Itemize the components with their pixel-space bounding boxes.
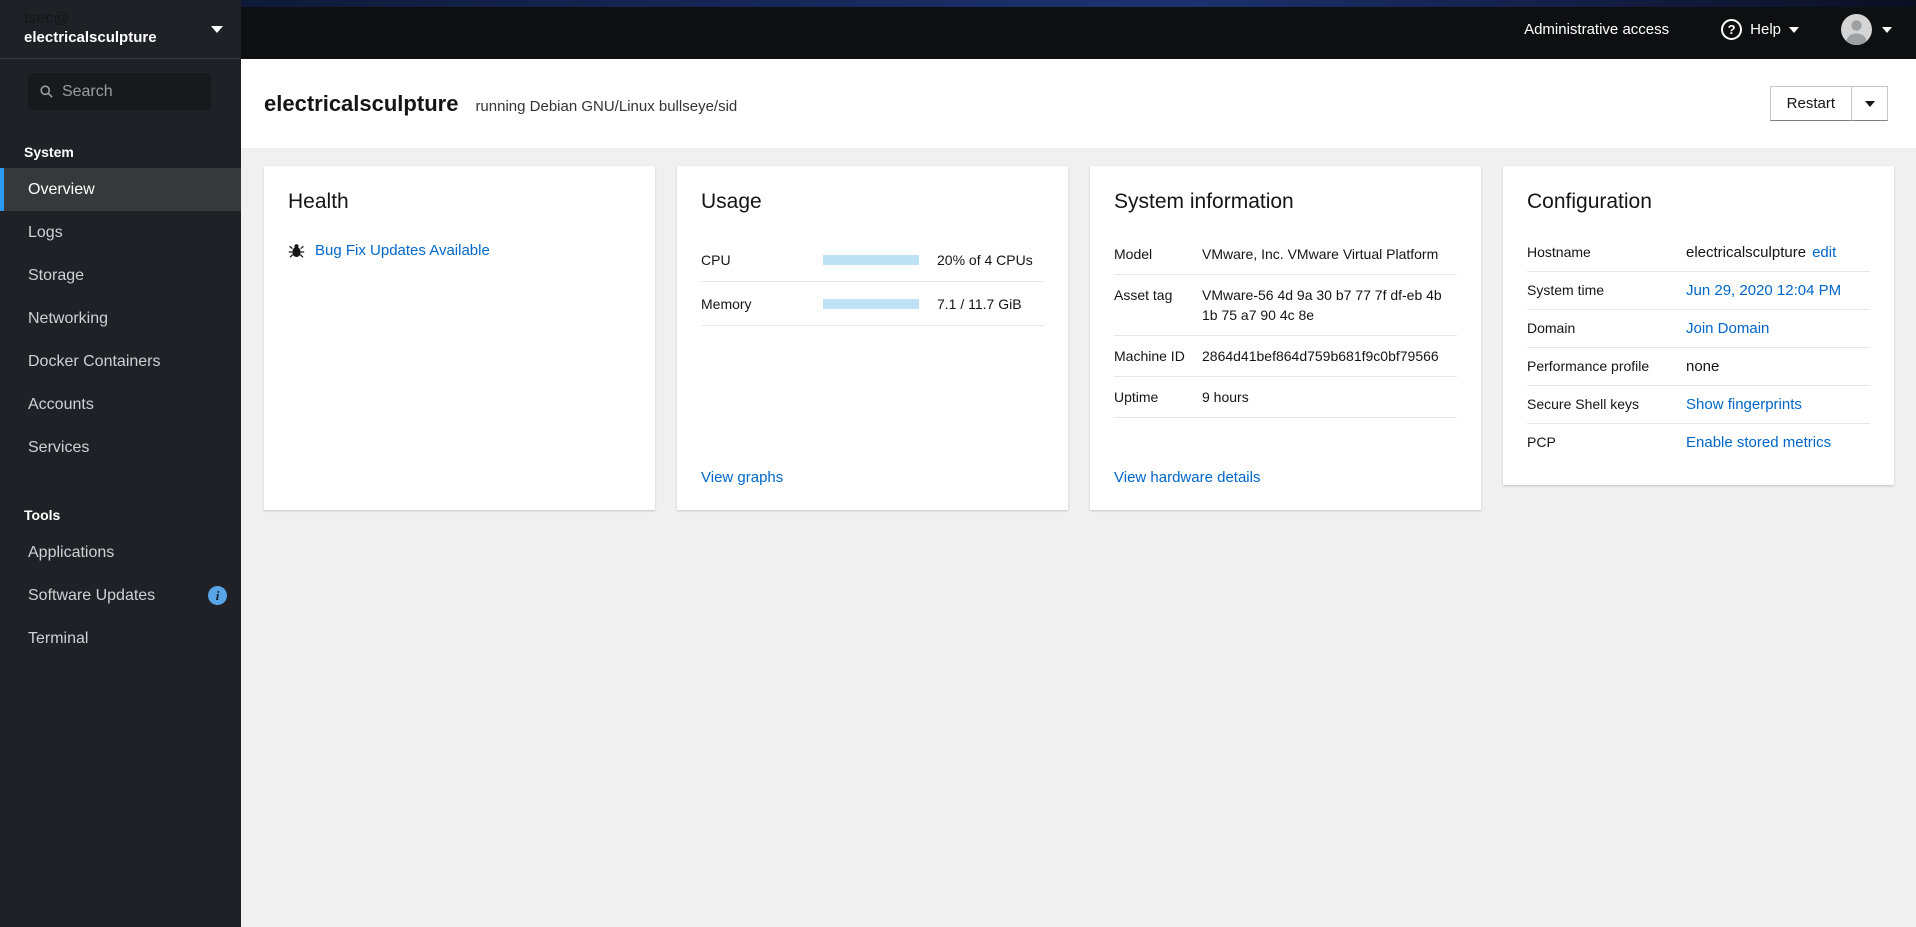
configuration-card: Configuration Hostname electricalsculptu… bbox=[1503, 166, 1894, 485]
sidebar-item-applications[interactable]: Applications bbox=[0, 531, 241, 574]
memory-value: 7.1 / 11.7 GiB bbox=[937, 295, 1022, 312]
page-title: electricalsculpture bbox=[264, 90, 459, 116]
table-row: Model VMware, Inc. VMware Virtual Platfo… bbox=[1114, 234, 1457, 275]
performance-profile-value: none bbox=[1686, 358, 1720, 375]
sidebar-item-overview[interactable]: Overview bbox=[0, 168, 241, 211]
cpu-value: 20% of 4 CPUs bbox=[937, 251, 1033, 268]
host-user: tsec@ bbox=[24, 10, 70, 27]
sidebar-item-docker-containers[interactable]: Docker Containers bbox=[0, 340, 241, 383]
hostname-value: electricalsculpture edit bbox=[1686, 244, 1837, 261]
usage-table: CPU 20% of 4 CPUs Memory 7.1 / 11.7 GiB bbox=[701, 238, 1044, 326]
chevron-down-icon bbox=[211, 25, 223, 33]
search-icon bbox=[40, 85, 53, 98]
sidebar-item-terminal[interactable]: Terminal bbox=[0, 617, 241, 660]
cpu-progress-bar bbox=[823, 254, 919, 265]
system-time-row: System time Jun 29, 2020 12:04 PM bbox=[1527, 272, 1870, 310]
domain-row: Domain Join Domain bbox=[1527, 310, 1870, 348]
search-wrap bbox=[0, 59, 241, 116]
masthead: Administrative access ? Help bbox=[241, 0, 1916, 59]
card-row: Health Bug Fix Updates Available Usage C… bbox=[264, 166, 1894, 510]
help-label: Help bbox=[1750, 21, 1781, 38]
sidebar-nav: System Overview Logs Storage Networking … bbox=[0, 134, 241, 660]
user-icon bbox=[1845, 20, 1868, 45]
search-box[interactable] bbox=[28, 73, 211, 110]
cpu-usage-row: CPU 20% of 4 CPUs bbox=[701, 238, 1044, 282]
search-input[interactable] bbox=[61, 82, 199, 101]
restart-dropdown-toggle[interactable] bbox=[1851, 86, 1888, 121]
table-row: Machine ID 2864d41bef864d759b681f9c0bf79… bbox=[1114, 336, 1457, 377]
sidebar-item-storage[interactable]: Storage bbox=[0, 254, 241, 297]
enable-stored-metrics-link[interactable]: Enable stored metrics bbox=[1686, 434, 1831, 451]
performance-profile-row: Performance profile none bbox=[1527, 348, 1870, 386]
sidebar-item-software-updates[interactable]: Software Updates i bbox=[0, 574, 241, 617]
health-card: Health Bug Fix Updates Available bbox=[264, 166, 655, 510]
configuration-table: Hostname electricalsculpture edit System … bbox=[1527, 234, 1870, 461]
nav-section-tools: Tools bbox=[24, 507, 61, 523]
sidebar: tsec@ electricalsculpture System Overvie… bbox=[0, 0, 241, 927]
administrative-access-label[interactable]: Administrative access bbox=[1524, 21, 1669, 38]
title-row: electricalsculpture running Debian GNU/L… bbox=[264, 91, 737, 117]
nav-gap bbox=[0, 469, 241, 497]
cpu-label: CPU bbox=[701, 251, 731, 268]
system-information-title: System information bbox=[1114, 190, 1294, 213]
avatar bbox=[1841, 14, 1872, 45]
restart-split-button: Restart bbox=[1769, 86, 1888, 121]
host-text: tsec@ electricalsculpture bbox=[24, 10, 211, 48]
sidebar-item-logs[interactable]: Logs bbox=[0, 211, 241, 254]
os-subtitle: running Debian GNU/Linux bullseye/sid bbox=[475, 97, 738, 115]
session-menu[interactable] bbox=[1841, 14, 1892, 45]
system-time-link[interactable]: Jun 29, 2020 12:04 PM bbox=[1686, 282, 1841, 299]
host-name: electricalsculpture bbox=[24, 29, 157, 46]
edit-hostname-link[interactable]: edit bbox=[1812, 244, 1836, 261]
show-fingerprints-link[interactable]: Show fingerprints bbox=[1686, 396, 1802, 413]
memory-progress-bar bbox=[823, 298, 919, 309]
usage-card: Usage CPU 20% of 4 CPUs Memory 7.1 / 11.… bbox=[677, 166, 1068, 510]
chevron-down-icon bbox=[1882, 26, 1892, 33]
nav-section-system: System bbox=[24, 144, 74, 160]
secure-shell-keys-row: Secure Shell keys Show fingerprints bbox=[1527, 386, 1870, 424]
sidebar-item-services[interactable]: Services bbox=[0, 426, 241, 469]
configuration-title: Configuration bbox=[1527, 190, 1652, 213]
table-row: Asset tag VMware-56 4d 9a 30 b7 77 7f df… bbox=[1114, 275, 1457, 336]
memory-label: Memory bbox=[701, 295, 752, 312]
main-content: Health Bug Fix Updates Available Usage C… bbox=[241, 148, 1916, 927]
restart-button[interactable]: Restart bbox=[1769, 86, 1851, 121]
info-badge-icon: i bbox=[208, 586, 227, 605]
table-row: Uptime 9 hours bbox=[1114, 377, 1457, 418]
system-information-card: System information Model VMware, Inc. VM… bbox=[1090, 166, 1481, 510]
chevron-down-icon bbox=[1864, 100, 1875, 107]
help-menu[interactable]: ? Help bbox=[1721, 19, 1799, 40]
view-graphs-link[interactable]: View graphs bbox=[701, 469, 1044, 486]
bug-icon bbox=[288, 244, 305, 258]
chevron-down-icon bbox=[1789, 26, 1799, 33]
health-card-title: Health bbox=[288, 190, 349, 213]
memory-usage-row: Memory 7.1 / 11.7 GiB bbox=[701, 282, 1044, 326]
sidebar-item-networking[interactable]: Networking bbox=[0, 297, 241, 340]
usage-card-title: Usage bbox=[701, 190, 762, 213]
system-information-table: Model VMware, Inc. VMware Virtual Platfo… bbox=[1114, 234, 1457, 418]
health-updates-row: Bug Fix Updates Available bbox=[288, 242, 631, 259]
join-domain-link[interactable]: Join Domain bbox=[1686, 320, 1769, 337]
sidebar-item-accounts[interactable]: Accounts bbox=[0, 383, 241, 426]
content-header: electricalsculpture running Debian GNU/L… bbox=[241, 59, 1916, 148]
view-hardware-details-link[interactable]: View hardware details bbox=[1114, 469, 1457, 486]
hostname-row: Hostname electricalsculpture edit bbox=[1527, 234, 1870, 272]
host-switcher[interactable]: tsec@ electricalsculpture bbox=[0, 0, 241, 59]
pcp-row: PCP Enable stored metrics bbox=[1527, 434, 1832, 451]
help-icon: ? bbox=[1721, 19, 1743, 40]
bug-fix-updates-link[interactable]: Bug Fix Updates Available bbox=[315, 242, 490, 259]
